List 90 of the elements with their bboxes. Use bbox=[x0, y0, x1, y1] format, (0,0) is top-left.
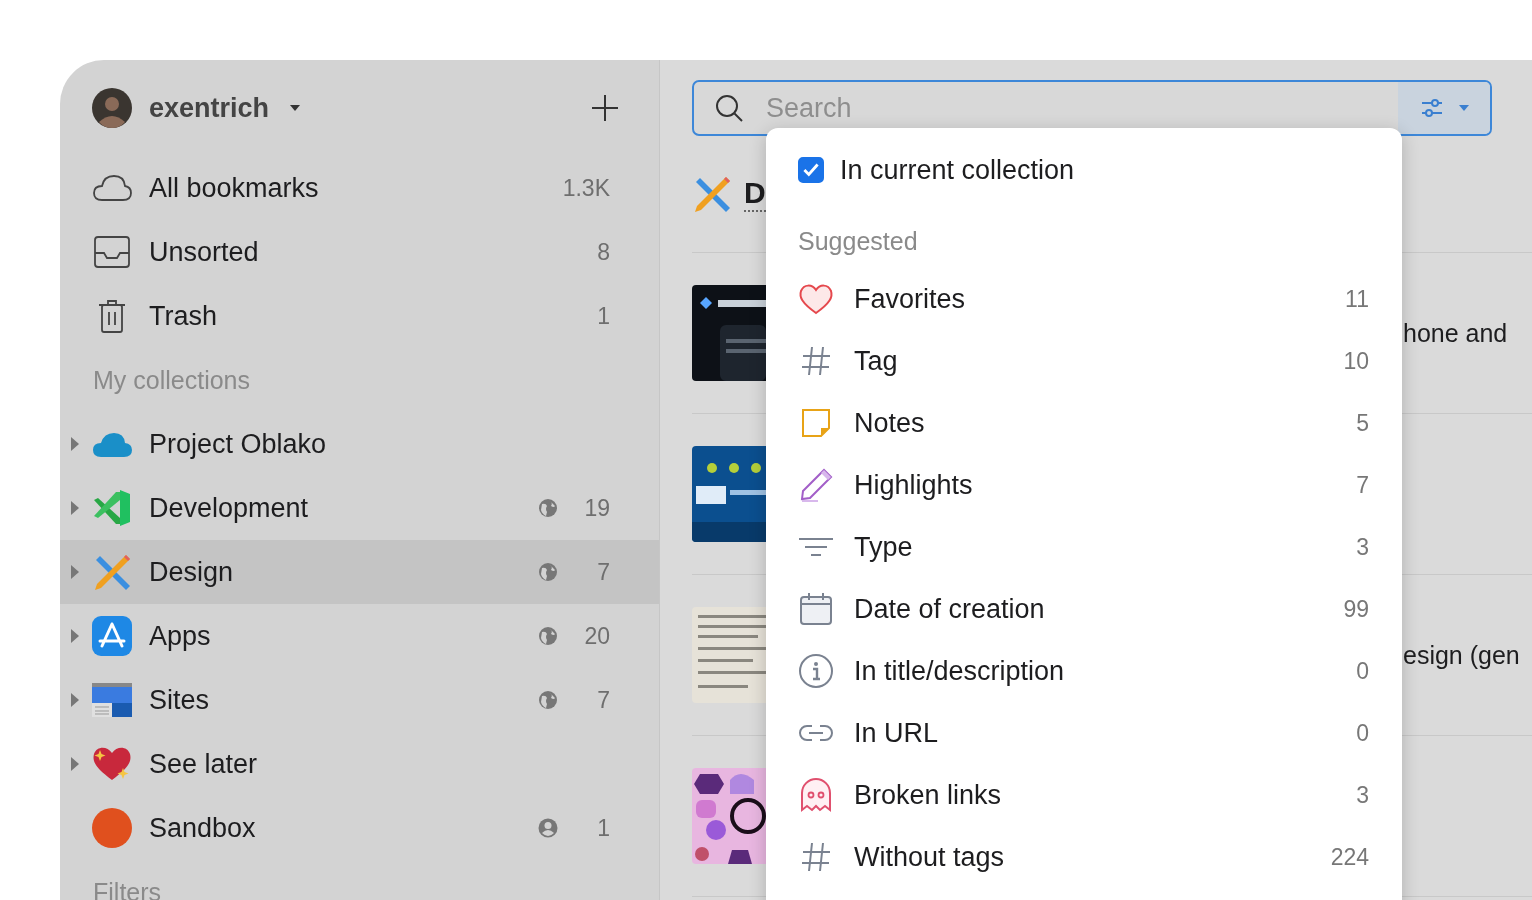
bookmark-title[interactable]: esign (gen bbox=[1403, 640, 1520, 670]
add-icon[interactable] bbox=[591, 94, 619, 122]
filter-option[interactable]: Broken links 3 bbox=[766, 764, 1402, 826]
filter-option[interactable]: Notes 5 bbox=[766, 392, 1402, 454]
option-label: Type bbox=[854, 531, 913, 563]
filter-option[interactable]: Type 3 bbox=[766, 516, 1402, 578]
collection-label: Apps bbox=[149, 620, 211, 652]
expand-arrow-icon[interactable] bbox=[70, 500, 80, 516]
option-label: Date of creation bbox=[854, 593, 1045, 625]
app-store-icon bbox=[92, 616, 132, 656]
nav-item[interactable]: Trash 1 bbox=[60, 284, 659, 348]
item-count: 20 bbox=[583, 622, 610, 650]
collection-label: Design bbox=[149, 556, 234, 588]
code-editor-icon bbox=[92, 488, 132, 528]
filter-option[interactable]: In URL 0 bbox=[766, 702, 1402, 764]
nav-label: Unsorted bbox=[149, 236, 259, 268]
filter-option[interactable]: Without tags 224 bbox=[766, 826, 1402, 888]
collection-item[interactable]: Sites 7 bbox=[60, 668, 659, 732]
option-count: 11 bbox=[1345, 285, 1369, 313]
nav-item[interactable]: All bookmarks 1.3K bbox=[60, 156, 659, 220]
avatar[interactable] bbox=[92, 88, 132, 128]
account-name[interactable]: exentrich bbox=[149, 92, 270, 124]
collection-label: Project Oblako bbox=[149, 428, 327, 460]
ghost-icon bbox=[798, 777, 834, 813]
collection-item[interactable]: Development 19 bbox=[60, 476, 659, 540]
collection-item[interactable]: See later bbox=[60, 732, 659, 796]
collection-item[interactable]: Design 7 bbox=[60, 540, 659, 604]
item-count: 7 bbox=[596, 558, 610, 586]
search-field[interactable]: Search bbox=[764, 91, 1398, 125]
pencil-ruler-icon bbox=[692, 174, 732, 214]
item-count: 7 bbox=[596, 686, 610, 714]
bookmark-title[interactable]: hone and bbox=[1403, 318, 1508, 348]
filter-options-button[interactable] bbox=[1398, 82, 1490, 134]
collection-item[interactable]: Sandbox 1 bbox=[60, 796, 659, 860]
filter-option[interactable]: Favorites 11 bbox=[766, 268, 1402, 330]
browser-window-icon bbox=[92, 680, 132, 720]
option-count: 3 bbox=[1356, 781, 1369, 809]
collection-item[interactable]: Apps 20 bbox=[60, 604, 659, 668]
option-label: Without tags bbox=[854, 841, 1005, 873]
collection-label: See later bbox=[149, 748, 258, 780]
search-icon bbox=[714, 93, 744, 123]
circle-icon bbox=[92, 808, 132, 848]
option-count: 7 bbox=[1356, 471, 1369, 499]
collection-label: Sites bbox=[149, 684, 210, 716]
collection-label: Development bbox=[149, 492, 309, 524]
section-heading: My collections bbox=[93, 365, 250, 395]
expand-arrow-icon[interactable] bbox=[70, 692, 80, 708]
nav-item[interactable]: Unsorted 8 bbox=[60, 220, 659, 284]
option-count: 3 bbox=[1356, 533, 1369, 561]
sliders-icon bbox=[1420, 97, 1444, 119]
checkbox[interactable] bbox=[798, 157, 824, 183]
option-label: Broken links bbox=[854, 779, 1002, 811]
section-heading: Suggested bbox=[798, 226, 919, 256]
option-count: 0 bbox=[1356, 657, 1369, 685]
item-count: 1.3K bbox=[562, 174, 610, 202]
option-count: 224 bbox=[1330, 843, 1369, 871]
section-heading: Filters bbox=[93, 877, 162, 900]
collection-label: Sandbox bbox=[149, 812, 256, 844]
nav-label: Trash bbox=[149, 300, 217, 332]
expand-arrow-icon[interactable] bbox=[70, 628, 80, 644]
item-count: 19 bbox=[583, 494, 610, 522]
filter-option[interactable]: Date of creation 99 bbox=[766, 578, 1402, 640]
option-label: In title/description bbox=[854, 655, 1065, 687]
caret-icon bbox=[1458, 104, 1470, 112]
item-count: 8 bbox=[596, 238, 610, 266]
option-label: Highlights bbox=[854, 469, 973, 501]
expand-arrow-icon[interactable] bbox=[70, 564, 80, 580]
info-icon bbox=[798, 653, 834, 689]
option-label: In URL bbox=[854, 717, 939, 749]
option-count: 10 bbox=[1343, 347, 1369, 375]
pencil-icon bbox=[798, 467, 834, 503]
option-label: Notes bbox=[854, 407, 925, 439]
checkbox-label[interactable]: In current collection bbox=[840, 154, 1075, 186]
option-label: Favorites bbox=[854, 283, 966, 315]
item-count: 1 bbox=[596, 302, 610, 330]
collection-item[interactable]: Project Oblako bbox=[60, 412, 659, 476]
expand-arrow-icon[interactable] bbox=[70, 436, 80, 452]
option-count: 5 bbox=[1356, 409, 1369, 437]
option-count: 99 bbox=[1343, 595, 1369, 623]
caret-icon[interactable] bbox=[289, 104, 302, 112]
option-count: 0 bbox=[1356, 719, 1369, 747]
nav-label: All bookmarks bbox=[149, 172, 319, 204]
pencil-ruler-icon bbox=[92, 552, 132, 592]
filter-option[interactable]: Highlights 7 bbox=[766, 454, 1402, 516]
expand-arrow-icon[interactable] bbox=[70, 756, 80, 772]
filter-option[interactable]: Tag 10 bbox=[766, 330, 1402, 392]
option-label: Tag bbox=[854, 345, 898, 377]
item-count: 1 bbox=[596, 814, 610, 842]
calendar-icon bbox=[798, 591, 834, 627]
filter-option[interactable]: In title/description 0 bbox=[766, 640, 1402, 702]
